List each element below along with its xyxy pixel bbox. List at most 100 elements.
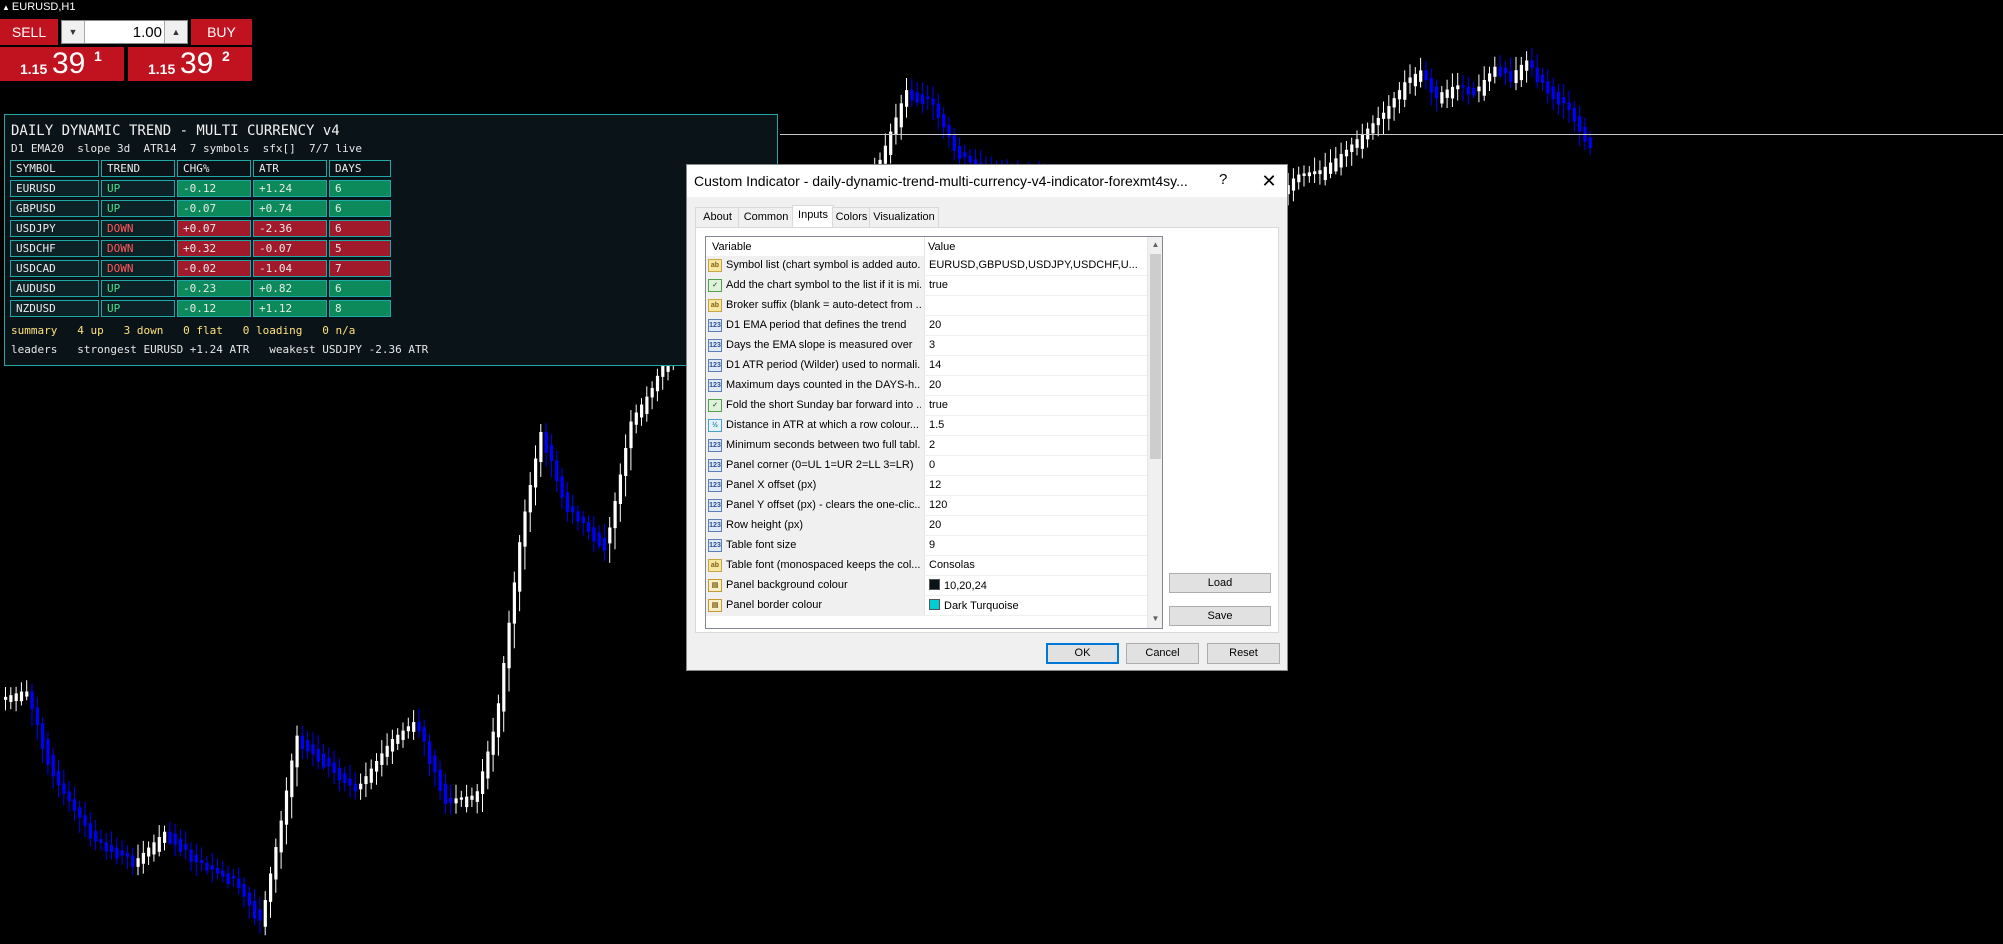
parameter-value-cell[interactable]: 12 xyxy=(924,476,1147,495)
parameter-value-cell[interactable]: Dark Turquoise xyxy=(924,596,1147,615)
dashboard-cell-trend: UP xyxy=(101,280,175,297)
grid-header: Variable Value xyxy=(706,237,1147,257)
parameter-row[interactable]: ½ Distance in ATR at which a row colour..… xyxy=(706,416,1147,436)
parameter-row[interactable]: 123 Maximum days counted in the DAYS-h...… xyxy=(706,376,1147,396)
candle-body xyxy=(608,527,612,544)
parameter-row[interactable]: ✓ Fold the short Sunday bar forward into … xyxy=(706,396,1147,416)
lot-size-stepper[interactable]: ▼ ▲ xyxy=(61,20,188,44)
dashboard-cell-days: 5 xyxy=(329,240,391,257)
parameter-row[interactable]: 123 D1 EMA period that defines the trend 2… xyxy=(706,316,1147,336)
parameter-value-cell[interactable]: true xyxy=(924,396,1147,415)
load-button[interactable]: Load xyxy=(1169,573,1271,593)
parameter-row[interactable]: ✓ Add the chart symbol to the list if it … xyxy=(706,276,1147,296)
parameter-value-cell[interactable]: 20 xyxy=(924,316,1147,335)
reset-button[interactable]: Reset xyxy=(1207,643,1280,664)
candle-body xyxy=(263,900,267,927)
parameter-value-cell[interactable]: EURUSD,GBPUSD,USDJPY,USDCHF,U... xyxy=(924,256,1147,275)
parameter-value: 20 xyxy=(929,319,942,331)
parameter-row[interactable]: 123 Row height (px) 20 xyxy=(706,516,1147,536)
dashboard-cell-chg: +0.32 xyxy=(177,240,251,257)
candle-body xyxy=(1403,82,1407,100)
candle-body xyxy=(475,791,479,802)
candle-body xyxy=(1392,98,1396,108)
help-icon[interactable]: ? xyxy=(1219,171,1227,188)
param-type-123-icon: 123 xyxy=(708,539,722,552)
parameter-value-cell[interactable] xyxy=(924,296,1147,315)
parameter-value-cell[interactable]: 120 xyxy=(924,496,1147,515)
dashboard-cell-chg: -0.12 xyxy=(177,180,251,197)
parameter-row[interactable]: 123 Panel corner (0=UL 1=UR 2=LL 3=LR) 0 xyxy=(706,456,1147,476)
lot-size-input[interactable] xyxy=(86,21,162,43)
candle-body xyxy=(565,492,569,512)
parameter-row[interactable]: 123 Panel X offset (px) 12 xyxy=(706,476,1147,496)
parameter-value: 0 xyxy=(929,459,936,471)
parameter-row[interactable]: 123 Table font size 9 xyxy=(706,536,1147,556)
candle-body xyxy=(1461,85,1465,88)
sell-price-button[interactable]: 1.15 39 1 xyxy=(0,47,124,81)
parameter-row[interactable]: 123 Minimum seconds between two full tabl… xyxy=(706,436,1147,456)
scrollbar-thumb[interactable] xyxy=(1150,254,1161,459)
lot-increase-icon[interactable]: ▲ xyxy=(164,21,187,43)
parameter-row[interactable]: 123 Panel Y offset (px) - clears the one-… xyxy=(706,496,1147,516)
parameter-row[interactable]: ab Table font (monospaced keeps the col..… xyxy=(706,556,1147,576)
ok-button[interactable]: OK xyxy=(1046,643,1119,664)
parameter-row[interactable]: ▤ Panel background colour 10,20,24 xyxy=(706,576,1147,596)
candle-body xyxy=(136,858,140,867)
parameter-value-cell[interactable]: true xyxy=(924,276,1147,295)
parameter-value-cell[interactable]: 20 xyxy=(924,376,1147,395)
candle-body xyxy=(253,900,257,919)
candle-body xyxy=(316,748,320,762)
tab-visualization[interactable]: Visualization xyxy=(869,207,939,227)
candle-body xyxy=(25,691,29,697)
sell-price-pips: 39 xyxy=(52,47,86,80)
tab-colors[interactable]: Colors xyxy=(832,207,871,227)
tab-common[interactable]: Common xyxy=(738,207,794,227)
parameter-value-cell[interactable]: 9 xyxy=(924,536,1147,555)
dashboard-cell-atr: -2.36 xyxy=(253,220,327,237)
tab-inputs[interactable]: Inputs xyxy=(792,205,834,228)
dialog-titlebar[interactable]: Custom Indicator - daily-dynamic-trend-m… xyxy=(687,165,1287,197)
param-type-123-icon: 123 xyxy=(708,379,722,392)
trend-dashboard-panel: DAILY DYNAMIC TREND - MULTI CURRENCY v4 … xyxy=(4,114,778,366)
buy-button[interactable]: BUY xyxy=(191,19,252,45)
candle-body xyxy=(438,769,442,792)
scroll-up-icon[interactable]: ▲ xyxy=(1148,237,1162,252)
grid-vertical-scrollbar[interactable]: ▲ ▼ xyxy=(1147,237,1162,628)
candle-body xyxy=(1556,91,1561,105)
candle-body xyxy=(1440,92,1444,104)
parameter-row[interactable]: ab Broker suffix (blank = auto-detect fro… xyxy=(706,296,1147,316)
parameter-value-cell[interactable]: 0 xyxy=(924,456,1147,475)
parameter-value-cell[interactable]: 3 xyxy=(924,336,1147,355)
column-header-value[interactable]: Value xyxy=(928,241,955,253)
save-button[interactable]: Save xyxy=(1169,606,1271,626)
close-icon[interactable]: ✕ xyxy=(1255,168,1283,194)
scroll-down-icon[interactable]: ▼ xyxy=(1148,611,1162,626)
parameter-value-cell[interactable]: 14 xyxy=(924,356,1147,375)
column-header-variable[interactable]: Variable xyxy=(712,241,752,253)
parameter-value-cell[interactable]: 2 xyxy=(924,436,1147,455)
parameter-row[interactable]: ▤ Panel border colour Dark Turquoise xyxy=(706,596,1147,616)
candle-body xyxy=(422,727,426,742)
inputs-grid[interactable]: Variable Value ab Symbol list (chart symb… xyxy=(705,236,1163,629)
tab-about[interactable]: About xyxy=(695,207,740,227)
parameter-value-cell[interactable]: 1.5 xyxy=(924,416,1147,435)
parameter-value-cell[interactable]: 10,20,24 xyxy=(924,576,1147,595)
candle-body xyxy=(555,460,559,482)
candle-body xyxy=(1472,88,1476,96)
candle-body xyxy=(385,745,389,757)
buy-price-prefix: 1.15 xyxy=(148,61,176,77)
parameter-name: Maximum days counted in the DAYS-h... xyxy=(726,379,921,391)
candle-body xyxy=(560,476,564,498)
parameter-name: Row height (px) xyxy=(726,519,804,531)
parameter-value-cell[interactable]: 20 xyxy=(924,516,1147,535)
parameter-row[interactable]: 123 D1 ATR period (Wilder) used to normal… xyxy=(706,356,1147,376)
parameter-value: 2 xyxy=(929,439,936,451)
sell-button[interactable]: SELL xyxy=(0,19,58,45)
parameter-row[interactable]: ab Symbol list (chart symbol is added aut… xyxy=(706,256,1147,276)
candle-body xyxy=(1344,149,1349,157)
lot-decrease-icon[interactable]: ▼ xyxy=(62,21,85,43)
parameter-value-cell[interactable]: Consolas xyxy=(924,556,1147,575)
buy-price-button[interactable]: 1.15 39 2 xyxy=(128,47,252,81)
cancel-button[interactable]: Cancel xyxy=(1126,643,1199,664)
parameter-row[interactable]: 123 Days the EMA slope is measured over 3 xyxy=(706,336,1147,356)
